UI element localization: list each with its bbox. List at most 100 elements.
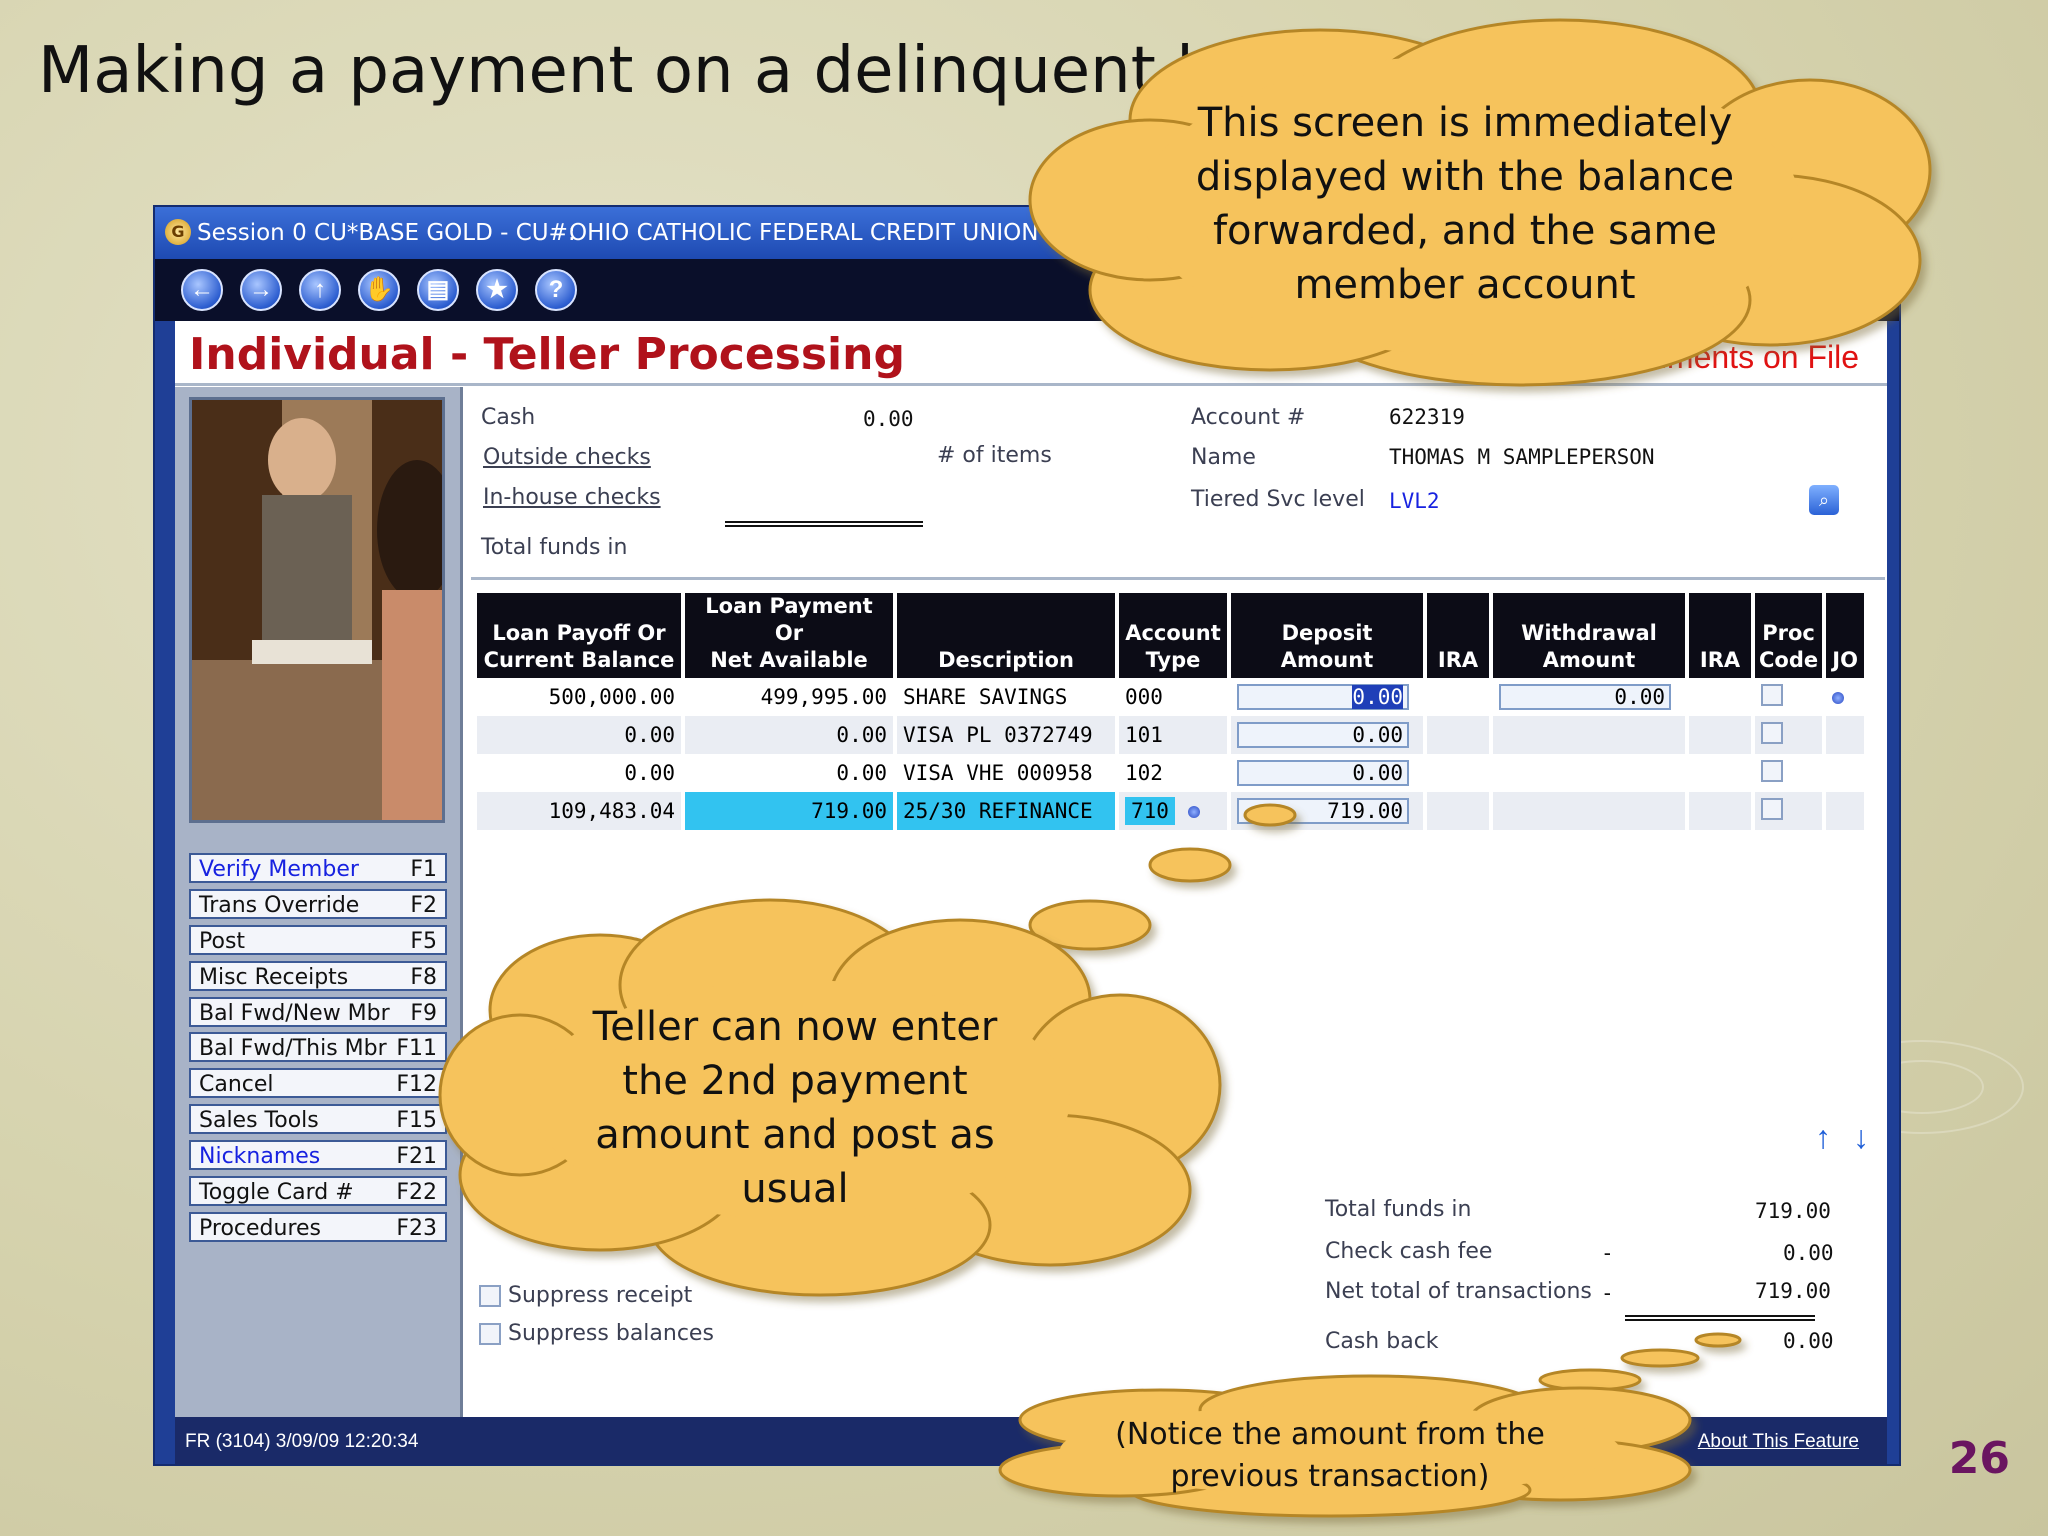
window-title-session: Session 0 CU*BASE GOLD - CU#:	[197, 220, 576, 246]
cash-back-label: Cash back	[1325, 1329, 1439, 1354]
tier-value[interactable]: LVL2	[1389, 489, 1440, 513]
account-value: 622319	[1389, 405, 1465, 429]
help-icon[interactable]: ?	[535, 269, 577, 311]
sales-tools-button[interactable]: Sales Tools F15	[189, 1104, 447, 1135]
suppress-receipt-checkbox[interactable]	[479, 1285, 501, 1307]
balance-cell: 0.00	[624, 761, 675, 785]
comments-on-file-link[interactable]: Comments on File	[1599, 339, 1859, 376]
net-total-underline	[1625, 1315, 1815, 1321]
description-cell: VISA PL 0372749	[897, 716, 1115, 754]
procedures-button[interactable]: Procedures F23	[189, 1211, 447, 1242]
nicknames-button[interactable]: Nicknames F21	[189, 1140, 447, 1171]
description-cell: VISA VHE 000958	[903, 761, 1093, 785]
deposit-cell: 0.00	[1231, 754, 1423, 792]
bal-fwd-new-mbr-button[interactable]: Bal Fwd/New Mbr F9	[189, 996, 447, 1027]
fields-divider	[471, 577, 1885, 580]
deposit-cell: 0.00	[1231, 716, 1423, 754]
scroll-down-icon[interactable]: ↓	[1853, 1119, 1869, 1156]
jo-cell	[1826, 754, 1864, 792]
ira-cell	[1427, 792, 1489, 830]
callout-bottom-text: (Notice the amount from the previous tra…	[1115, 1417, 1545, 1494]
col-deposit: Deposit Amount	[1231, 593, 1423, 678]
deposit-amount-field[interactable]: 0.00	[1237, 722, 1409, 748]
ira-cell	[1427, 716, 1489, 754]
proc-code-cell	[1755, 716, 1823, 754]
magnifier-icon[interactable]: ⌕	[1809, 485, 1839, 515]
balance-cell: 0.00	[477, 716, 681, 754]
function-key-list: Verify Member F1 Trans Override F2 Post F5 …	[189, 853, 447, 1248]
status-bar: FR (3104) 3/09/09 12:20:34 About This Fe…	[175, 1417, 1887, 1465]
status-session-info: FR (3104) 3/09/09 12:20:34	[185, 1431, 419, 1452]
items-label: # of items	[937, 443, 1052, 468]
verify-member-button[interactable]: Verify Member F1	[189, 853, 447, 883]
deposit-amount-field[interactable]: 719.00	[1237, 798, 1409, 824]
misc-receipts-button[interactable]: Misc Receipts F8	[189, 960, 447, 991]
toggle-card-button[interactable]: Toggle Card # F22	[189, 1176, 447, 1207]
cash-label: Cash	[481, 405, 536, 430]
page-number: 26	[1948, 1433, 2010, 1484]
outside-checks-label[interactable]: Outside checks	[483, 445, 651, 470]
col-description: Description	[897, 593, 1115, 678]
proc-code-checkbox[interactable]	[1761, 683, 1783, 706]
cash-back-value[interactable]: 0.00	[1783, 1329, 1834, 1353]
about-feature-link[interactable]: About This Feature	[1698, 1431, 1859, 1453]
col-ira-2: IRA	[1689, 593, 1751, 678]
cancel-button[interactable]: Cancel F12	[189, 1068, 447, 1099]
slide-title: Making a payment on a delinquent loan	[38, 34, 1313, 108]
proc-code-checkbox[interactable]	[1761, 721, 1783, 744]
type-cell: 101	[1119, 716, 1227, 754]
table-row[interactable]: 0.00 0.00 VISA PL 0372749 101 0.00	[477, 716, 1865, 754]
description-cell: SHARE SAVINGS	[903, 685, 1068, 709]
net-total-value: 719.00	[1755, 1279, 1831, 1303]
withdrawal-cell	[1493, 792, 1685, 830]
post-button[interactable]: Post F5	[189, 924, 447, 955]
withdrawal-cell: 0.00	[1493, 678, 1685, 716]
totals-funds-label: Total funds in	[1325, 1197, 1472, 1222]
window-title-cu: OHIO CATHOLIC FEDERAL CREDIT UNION	[569, 220, 1039, 246]
print-icon[interactable]: ▤	[417, 269, 459, 311]
total-underline	[725, 521, 923, 527]
jo-cell	[1826, 792, 1865, 830]
inhouse-checks-label[interactable]: In-house checks	[483, 485, 661, 510]
back-icon[interactable]: ←	[181, 269, 223, 311]
account-label: Account #	[1191, 405, 1306, 430]
proc-code-cell	[1755, 678, 1822, 716]
jo-cell	[1826, 678, 1864, 716]
suppress-balances-option[interactable]: Suppress balances	[479, 1321, 714, 1346]
jo-cell	[1826, 716, 1865, 754]
suppress-balances-checkbox[interactable]	[479, 1323, 501, 1345]
withdrawal-amount-field[interactable]: 0.00	[1499, 684, 1671, 710]
deposit-cell: 0.00	[1231, 678, 1423, 716]
app-logo-icon: G	[165, 219, 191, 245]
up-icon[interactable]: ↑	[299, 269, 341, 311]
trans-override-button[interactable]: Trans Override F2	[189, 888, 447, 919]
ira-cell	[1689, 792, 1751, 830]
forward-icon[interactable]: →	[240, 269, 282, 311]
table-row[interactable]: 109,483.04 719.00 25/30 REFINANCE 710 71…	[477, 792, 1865, 830]
totals-funds-value: 719.00	[1755, 1199, 1831, 1223]
scroll-up-icon[interactable]: ↑	[1815, 1119, 1831, 1156]
header-divider	[175, 383, 1887, 386]
ira-cell	[1689, 754, 1751, 792]
bal-fwd-this-mbr-button[interactable]: Bal Fwd/This Mbr F11	[189, 1032, 447, 1063]
jo-indicator-icon	[1832, 692, 1845, 704]
table-header: Loan Payoff Or Current Balance Loan Payme…	[477, 593, 1865, 678]
hand-icon[interactable]: ✋	[358, 269, 400, 311]
name-label: Name	[1191, 445, 1256, 470]
proc-code-checkbox[interactable]	[1761, 797, 1783, 820]
suppress-receipt-option[interactable]: Suppress receipt	[479, 1283, 692, 1308]
proc-code-checkbox[interactable]	[1761, 759, 1783, 782]
cash-value[interactable]: 0.00	[863, 407, 914, 431]
payment-cell: 0.00	[685, 716, 893, 754]
payment-cell: 499,995.00	[760, 685, 887, 709]
deposit-amount-field[interactable]: 0.00	[1237, 760, 1409, 786]
star-icon[interactable]: ★	[476, 269, 518, 311]
table-row[interactable]: 500,000.00 499,995.00 SHARE SAVINGS 000 …	[477, 678, 1864, 716]
type-cell: 710	[1119, 792, 1227, 830]
deposit-amount-field[interactable]: 0.00	[1237, 684, 1409, 710]
table-row[interactable]: 0.00 0.00 VISA VHE 000958 102 0.00	[477, 754, 1864, 792]
col-payment: Loan Payment Or Net Available	[685, 593, 893, 678]
teller-screen: Individual - Teller Processing Comments …	[175, 321, 1887, 1417]
net-total-label: Net total of transactions	[1325, 1279, 1592, 1304]
payment-cell: 719.00	[685, 792, 893, 830]
